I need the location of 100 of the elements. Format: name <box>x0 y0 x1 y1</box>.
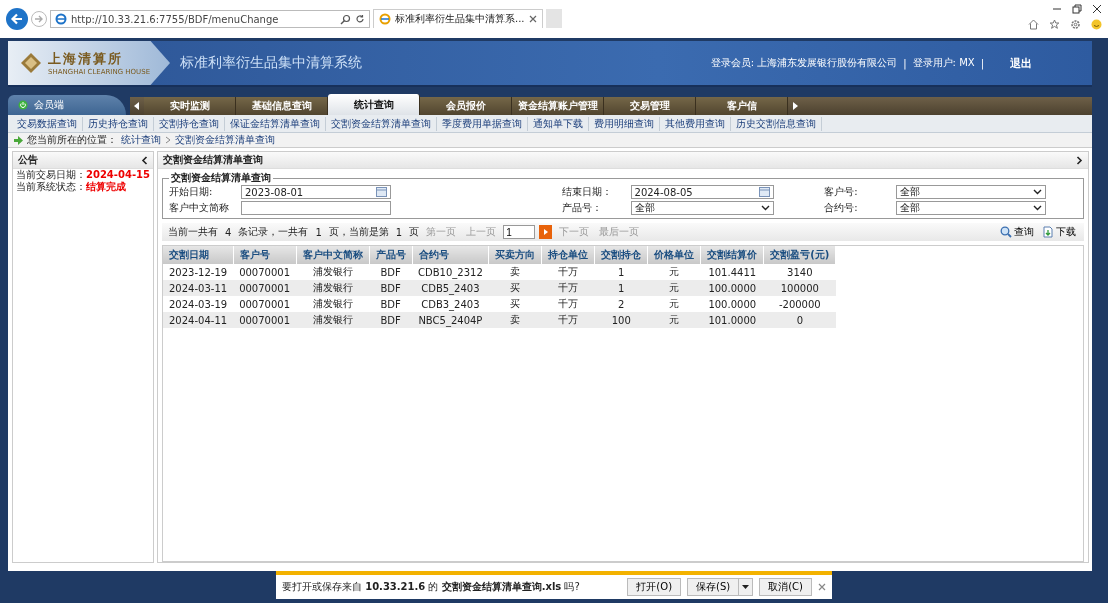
table-cell: 0 <box>763 312 836 328</box>
table-cell: 00070001 <box>233 296 297 312</box>
submenu-link[interactable]: 交割持仓查询 <box>154 116 225 131</box>
table-cell: CDB3_2403 <box>412 296 489 312</box>
table-cell: 浦发银行 <box>296 296 370 312</box>
column-header[interactable]: 合约号 <box>412 246 489 264</box>
nav-tab[interactable]: 资金结算账户管理 <box>512 97 604 115</box>
pager-text: 当前一共有 <box>168 225 218 239</box>
table-cell: CDB10_2312 <box>412 264 489 280</box>
filter-legend: 交割资金结算清单查询 <box>169 171 273 185</box>
table-cell: 3140 <box>763 264 836 280</box>
submenu-link[interactable]: 历史交割信息查询 <box>731 116 822 131</box>
submenu-link[interactable]: 交割资金结算清单查询 <box>326 116 437 131</box>
pager-text: 条记录，一共有 <box>238 225 309 239</box>
logout-link[interactable]: 退出 <box>1010 55 1032 71</box>
separator: | <box>980 57 984 69</box>
table-cell: 1 <box>594 264 648 280</box>
table-cell: BDF <box>369 264 413 280</box>
column-header[interactable]: 客户中文简称 <box>296 246 370 264</box>
download-prompt: 要打开或保存来自 10.33.21.6 的 交割资金结算清单查询.xls 吗? <box>282 580 580 594</box>
submenu-link[interactable]: 交易数据查询 <box>12 116 83 131</box>
address-bar[interactable]: http://10.33.21.6:7755/BDF/menuChange <box>50 10 370 28</box>
field-label: 产品号： <box>561 201 603 215</box>
table-cell: 00070001 <box>233 264 297 280</box>
table-cell: 千万 <box>541 296 595 312</box>
select-field[interactable]: 全部 <box>630 201 775 215</box>
table-cell: 元 <box>647 264 701 280</box>
nav-tab[interactable]: 会员报价 <box>420 97 512 115</box>
submenu-link[interactable]: 季度费用单据查询 <box>437 116 528 131</box>
table-cell: 浦发银行 <box>296 280 370 296</box>
table-cell: 00070001 <box>233 312 297 328</box>
nav-tab[interactable]: 实时监测 <box>144 97 236 115</box>
submenu-link[interactable]: 保证金结算清单查询 <box>225 116 326 131</box>
query-button[interactable]: 查询 <box>998 225 1036 239</box>
breadcrumb-link[interactable]: 统计查询 <box>121 133 161 147</box>
notice-label: 当前系统状态： <box>16 181 86 192</box>
table-cell: 00070001 <box>233 280 297 296</box>
browser-tab[interactable]: 标准利率衍生品集中清算系... <box>373 9 543 28</box>
breadcrumb-link[interactable]: 交割资金结算清单查询 <box>175 133 275 147</box>
table-cell: BDF <box>369 280 413 296</box>
field-label: 客户中文简称 <box>169 201 230 215</box>
submenu-link[interactable]: 其他费用查询 <box>660 116 731 131</box>
table-cell: BDF <box>369 312 413 328</box>
table-cell: 元 <box>647 280 701 296</box>
panel-title: 公告 <box>18 153 38 167</box>
column-header[interactable]: 交割日期 <box>163 246 234 264</box>
nav-tab[interactable]: 统计查询 <box>328 94 420 115</box>
open-button[interactable]: 打开(O) <box>627 578 682 596</box>
save-button[interactable]: 保存(S) <box>687 578 740 596</box>
column-header[interactable]: 买卖方向 <box>488 246 542 264</box>
table-cell: 101.0000 <box>700 312 764 328</box>
table-cell: -200000 <box>763 296 836 312</box>
table-cell: 浦发银行 <box>296 312 370 328</box>
nav-tab[interactable]: 交易管理 <box>604 97 696 115</box>
table-cell: 100.0000 <box>700 296 764 312</box>
column-header[interactable]: 交割盈亏(元) <box>763 246 836 264</box>
logo-text: 上海清算所 <box>48 50 124 68</box>
table-cell: 浦发银行 <box>296 264 370 280</box>
page-count: 1 <box>315 226 322 238</box>
submenu-link[interactable]: 历史持仓查询 <box>83 116 154 131</box>
column-header[interactable]: 价格单位 <box>647 246 701 264</box>
table-cell: 2023-12-19 <box>163 264 234 280</box>
table-cell: BDF <box>369 296 413 312</box>
notice-label: 当前交易日期： <box>16 169 86 180</box>
column-header[interactable]: 交割结算价 <box>700 246 764 264</box>
current-page: 1 <box>395 226 403 238</box>
table-cell: 千万 <box>541 312 595 328</box>
table-cell: 千万 <box>541 264 595 280</box>
table-cell: 100.0000 <box>700 280 764 296</box>
notice-value: 2024-04-15 <box>86 169 150 180</box>
column-header[interactable]: 持仓单位 <box>541 246 595 264</box>
record-count: 4 <box>225 226 232 238</box>
download-button[interactable]: 下载 <box>1040 225 1078 239</box>
table-cell: 100000 <box>763 280 836 296</box>
table-cell: CDB5_2403 <box>412 280 489 296</box>
column-header[interactable]: 客户号 <box>233 246 297 264</box>
login-member: 登录会员: 上海浦东发展银行股份有限公司 <box>710 56 898 70</box>
date-field[interactable]: 2023-08-01 <box>241 185 391 199</box>
table-cell: 卖 <box>488 312 542 328</box>
nav-tab[interactable]: 客户信 <box>696 97 788 115</box>
submenu-link[interactable]: 通知单下载 <box>528 116 589 131</box>
table-cell: 101.4411 <box>700 264 764 280</box>
field-label: 开始日期: <box>169 185 214 199</box>
separator: | <box>903 57 907 69</box>
nav-tab[interactable]: 基础信息查询 <box>236 97 328 115</box>
page-input[interactable]: 1 <box>503 225 536 239</box>
table-cell: 元 <box>647 296 701 312</box>
table-cell: 2024-03-11 <box>163 280 234 296</box>
tab-title: 标准利率衍生品集中清算系... <box>395 12 525 26</box>
select-field[interactable]: 全部 <box>896 201 1047 215</box>
member-tab[interactable]: 会员端 <box>8 95 126 115</box>
column-header[interactable]: 交割持仓 <box>594 246 648 264</box>
pager-text: 页，当前是第 <box>328 225 389 239</box>
pager-text: 页 <box>409 225 420 239</box>
submenu-link[interactable]: 费用明细查询 <box>589 116 660 131</box>
field-label: 客户号: <box>824 185 859 199</box>
column-header[interactable]: 产品号 <box>369 246 413 264</box>
cancel-button[interactable]: 取消(C) <box>759 578 812 596</box>
date-field[interactable]: 2024-08-05 <box>630 185 775 199</box>
select-field[interactable]: 全部 <box>896 185 1047 199</box>
